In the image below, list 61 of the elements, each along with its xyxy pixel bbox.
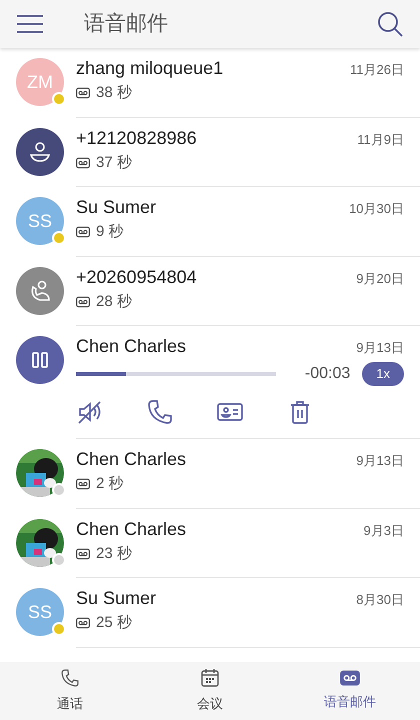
tab-button[interactable]: 语音邮件 <box>280 662 420 720</box>
search-icon <box>376 10 404 38</box>
duration-label: 37 秒 <box>96 152 132 172</box>
duration-label: 25 秒 <box>96 613 132 633</box>
caller-name: Chen Charles <box>76 335 186 358</box>
date-label: 9月13日 <box>356 339 404 357</box>
phone-icon <box>146 398 174 426</box>
page-title: 语音邮件 <box>84 11 168 38</box>
voicemail-item[interactable]: SS Su Sumer 10月30日 9 秒 <box>0 187 420 256</box>
pause-button[interactable] <box>16 336 64 384</box>
voicemail-item[interactable]: SS Su Sumer 8月30日 25 秒 <box>0 578 420 648</box>
speed-button[interactable]: 1x <box>362 362 404 386</box>
caller-name: Chen Charles <box>76 448 186 471</box>
date-label: 9月20日 <box>356 270 404 288</box>
date-label: 10月30日 <box>349 200 404 218</box>
voicemail-icon <box>76 87 90 100</box>
caller-name: zhang miloqueue1 <box>76 57 224 80</box>
voicemail-icon <box>76 156 90 169</box>
menu-button[interactable] <box>16 14 44 34</box>
pause-icon <box>30 350 50 370</box>
avatar-initials: ZM <box>16 58 64 106</box>
caller-name: Chen Charles <box>76 518 186 540</box>
voicemail-icon <box>76 296 90 308</box>
voicemail-item[interactable]: ZM zhang miloqueue1 11月26日 38 秒 <box>0 48 420 118</box>
voicemail-item[interactable]: +12120828986 11月9日 37 秒 <box>0 118 420 187</box>
date-label: 11月9日 <box>357 130 404 148</box>
caller-name: Su Sumer <box>76 587 156 610</box>
voicemail-icon <box>76 548 90 560</box>
voicemail-icon <box>340 670 360 686</box>
voicemail-icon <box>76 226 90 238</box>
voicemail-item[interactable]: Chen Charles 9月13日 2 秒 <box>0 439 420 508</box>
duration-label: 38 秒 <box>96 83 132 103</box>
call-button[interactable] <box>146 398 174 426</box>
duration-label: 2 秒 <box>96 474 124 494</box>
date-label: 11月26日 <box>350 61 404 79</box>
tab-button[interactable]: 会议 <box>140 662 280 720</box>
caller-name: +12120828986 <box>76 126 197 150</box>
avatar-initials: SS <box>16 197 64 245</box>
remaining-time: -00:03 <box>304 364 350 384</box>
date-label: 9月13日 <box>356 452 404 470</box>
voicemail-icon <box>76 478 90 490</box>
date-label: 8月30日 <box>356 591 404 609</box>
voicemail-item[interactable]: Chen Charles 9月3日 23 秒 <box>0 508 420 578</box>
playback-progress-bar[interactable] <box>76 372 276 376</box>
duration-label: 23 秒 <box>96 544 132 564</box>
caller-name: +20260954804 <box>76 266 197 288</box>
duration-label: 9 秒 <box>96 222 124 242</box>
person-avatar-icon <box>16 128 64 176</box>
date-label: 9月3日 <box>364 522 404 540</box>
menu-icon <box>16 14 44 34</box>
voicemail-item[interactable]: Chen Charles 9月13日 -00:03 1x <box>0 326 420 439</box>
calendar-icon <box>200 668 220 688</box>
tab-button[interactable]: 通话 <box>0 662 140 720</box>
avatar-initials: SS <box>16 588 64 636</box>
phone-icon <box>60 668 80 688</box>
voicemail-item[interactable]: +20260954804 9月20日 28 秒 <box>0 256 420 326</box>
caller-name: Su Sumer <box>76 196 156 219</box>
phone-person-avatar-icon <box>16 266 64 314</box>
voicemail-icon <box>76 617 90 630</box>
duration-label: 28 秒 <box>96 292 132 312</box>
search-button[interactable] <box>376 10 404 38</box>
